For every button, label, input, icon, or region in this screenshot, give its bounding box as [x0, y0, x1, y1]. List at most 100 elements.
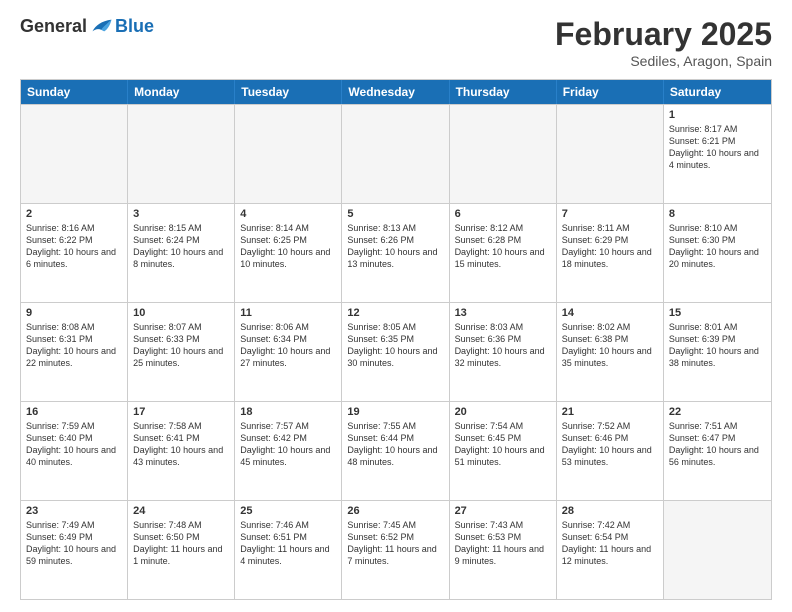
cell-info: Sunrise: 7:48 AM Sunset: 6:50 PM Dayligh… — [133, 520, 222, 566]
day-number: 19 — [347, 406, 443, 418]
calendar-cell: 14 Sunrise: 8:02 AM Sunset: 6:38 PM Dayli… — [557, 303, 664, 401]
calendar-cell: 22 Sunrise: 7:51 AM Sunset: 6:47 PM Dayli… — [664, 402, 771, 500]
day-number: 22 — [669, 406, 766, 418]
calendar-cell: 7 Sunrise: 8:11 AM Sunset: 6:29 PM Daylig… — [557, 204, 664, 302]
cell-info: Sunrise: 7:43 AM Sunset: 6:53 PM Dayligh… — [455, 520, 544, 566]
calendar-cell: 26 Sunrise: 7:45 AM Sunset: 6:52 PM Dayli… — [342, 501, 449, 599]
day-number: 1 — [669, 109, 766, 121]
day-number: 24 — [133, 505, 229, 517]
cell-info: Sunrise: 8:14 AM Sunset: 6:25 PM Dayligh… — [240, 223, 330, 269]
cell-info: Sunrise: 7:57 AM Sunset: 6:42 PM Dayligh… — [240, 421, 330, 467]
calendar-cell: 9Sunrise: 8:08 AM Sunset: 6:31 PM Daylig… — [21, 303, 128, 401]
cell-info: Sunrise: 8:11 AM Sunset: 6:29 PM Dayligh… — [562, 223, 652, 269]
calendar-cell: 5 Sunrise: 8:13 AM Sunset: 6:26 PM Daylig… — [342, 204, 449, 302]
day-number: 10 — [133, 307, 229, 319]
cell-info: Sunrise: 8:01 AM Sunset: 6:39 PM Dayligh… — [669, 322, 759, 368]
cell-info: Sunrise: 7:58 AM Sunset: 6:41 PM Dayligh… — [133, 421, 223, 467]
calendar-cell: 1 Sunrise: 8:17 AM Sunset: 6:21 PM Daylig… — [664, 105, 771, 203]
calendar-cell: 25 Sunrise: 7:46 AM Sunset: 6:51 PM Dayli… — [235, 501, 342, 599]
month-title: February 2025 — [555, 16, 772, 53]
calendar-week-3: 9Sunrise: 8:08 AM Sunset: 6:31 PM Daylig… — [21, 302, 771, 401]
header-monday: Monday — [128, 80, 235, 104]
calendar-cell: 12 Sunrise: 8:05 AM Sunset: 6:35 PM Dayli… — [342, 303, 449, 401]
calendar-cell: 8Sunrise: 8:10 AM Sunset: 6:30 PM Daylig… — [664, 204, 771, 302]
calendar-cell: 18 Sunrise: 7:57 AM Sunset: 6:42 PM Dayli… — [235, 402, 342, 500]
cell-info: Sunrise: 7:51 AM Sunset: 6:47 PM Dayligh… — [669, 421, 759, 467]
calendar-body: 1 Sunrise: 8:17 AM Sunset: 6:21 PM Daylig… — [21, 104, 771, 599]
calendar-week-4: 16Sunrise: 7:59 AM Sunset: 6:40 PM Dayli… — [21, 401, 771, 500]
title-block: February 2025 Sediles, Aragon, Spain — [555, 16, 772, 69]
day-number: 26 — [347, 505, 443, 517]
logo-bird-icon — [91, 18, 113, 36]
calendar-cell — [342, 105, 449, 203]
logo: General Blue — [20, 16, 154, 37]
calendar-cell — [235, 105, 342, 203]
calendar-cell — [664, 501, 771, 599]
cell-info: Sunrise: 8:05 AM Sunset: 6:35 PM Dayligh… — [347, 322, 437, 368]
location-subtitle: Sediles, Aragon, Spain — [555, 53, 772, 69]
header-friday: Friday — [557, 80, 664, 104]
cell-info: Sunrise: 8:12 AM Sunset: 6:28 PM Dayligh… — [455, 223, 545, 269]
calendar-cell: 23Sunrise: 7:49 AM Sunset: 6:49 PM Dayli… — [21, 501, 128, 599]
cell-info: Sunrise: 7:49 AM Sunset: 6:49 PM Dayligh… — [26, 520, 116, 566]
cell-info: Sunrise: 8:03 AM Sunset: 6:36 PM Dayligh… — [455, 322, 545, 368]
calendar-week-1: 1 Sunrise: 8:17 AM Sunset: 6:21 PM Daylig… — [21, 104, 771, 203]
calendar-cell — [128, 105, 235, 203]
header-saturday: Saturday — [664, 80, 771, 104]
cell-info: Sunrise: 7:45 AM Sunset: 6:52 PM Dayligh… — [347, 520, 436, 566]
calendar-cell: 19 Sunrise: 7:55 AM Sunset: 6:44 PM Dayli… — [342, 402, 449, 500]
calendar-cell: 11 Sunrise: 8:06 AM Sunset: 6:34 PM Dayli… — [235, 303, 342, 401]
calendar-cell: 24 Sunrise: 7:48 AM Sunset: 6:50 PM Dayli… — [128, 501, 235, 599]
calendar-cell: 20 Sunrise: 7:54 AM Sunset: 6:45 PM Dayli… — [450, 402, 557, 500]
calendar-header: Sunday Monday Tuesday Wednesday Thursday… — [21, 80, 771, 104]
day-number: 7 — [562, 208, 658, 220]
cell-info: Sunrise: 8:13 AM Sunset: 6:26 PM Dayligh… — [347, 223, 437, 269]
day-number: 13 — [455, 307, 551, 319]
header-wednesday: Wednesday — [342, 80, 449, 104]
cell-info: Sunrise: 7:52 AM Sunset: 6:46 PM Dayligh… — [562, 421, 652, 467]
calendar-cell: 10 Sunrise: 8:07 AM Sunset: 6:33 PM Dayli… — [128, 303, 235, 401]
cell-info: Sunrise: 8:06 AM Sunset: 6:34 PM Dayligh… — [240, 322, 330, 368]
cell-info: Sunrise: 7:46 AM Sunset: 6:51 PM Dayligh… — [240, 520, 329, 566]
calendar-cell: 6Sunrise: 8:12 AM Sunset: 6:28 PM Daylig… — [450, 204, 557, 302]
day-number: 9 — [26, 307, 122, 319]
calendar-cell: 13 Sunrise: 8:03 AM Sunset: 6:36 PM Dayli… — [450, 303, 557, 401]
logo-text: General Blue — [20, 16, 154, 37]
day-number: 17 — [133, 406, 229, 418]
day-number: 18 — [240, 406, 336, 418]
logo-blue-text: Blue — [115, 16, 154, 37]
day-number: 15 — [669, 307, 766, 319]
page: General Blue February 2025 Sediles, Arag… — [0, 0, 792, 612]
cell-info: Sunrise: 8:02 AM Sunset: 6:38 PM Dayligh… — [562, 322, 652, 368]
day-number: 5 — [347, 208, 443, 220]
day-number: 20 — [455, 406, 551, 418]
header-sunday: Sunday — [21, 80, 128, 104]
day-number: 14 — [562, 307, 658, 319]
calendar-cell: 3Sunrise: 8:15 AM Sunset: 6:24 PM Daylig… — [128, 204, 235, 302]
cell-info: Sunrise: 7:42 AM Sunset: 6:54 PM Dayligh… — [562, 520, 651, 566]
day-number: 8 — [669, 208, 766, 220]
calendar-cell: 2Sunrise: 8:16 AM Sunset: 6:22 PM Daylig… — [21, 204, 128, 302]
cell-info: Sunrise: 7:55 AM Sunset: 6:44 PM Dayligh… — [347, 421, 437, 467]
logo-general-text: General — [20, 16, 87, 37]
day-number: 27 — [455, 505, 551, 517]
day-number: 16 — [26, 406, 122, 418]
day-number: 2 — [26, 208, 122, 220]
calendar-week-2: 2Sunrise: 8:16 AM Sunset: 6:22 PM Daylig… — [21, 203, 771, 302]
calendar-cell — [450, 105, 557, 203]
calendar: Sunday Monday Tuesday Wednesday Thursday… — [20, 79, 772, 600]
header: General Blue February 2025 Sediles, Arag… — [20, 16, 772, 69]
calendar-cell: 21 Sunrise: 7:52 AM Sunset: 6:46 PM Dayli… — [557, 402, 664, 500]
day-number: 25 — [240, 505, 336, 517]
day-number: 4 — [240, 208, 336, 220]
day-number: 12 — [347, 307, 443, 319]
cell-info: Sunrise: 7:54 AM Sunset: 6:45 PM Dayligh… — [455, 421, 545, 467]
calendar-cell: 15 Sunrise: 8:01 AM Sunset: 6:39 PM Dayli… — [664, 303, 771, 401]
calendar-week-5: 23Sunrise: 7:49 AM Sunset: 6:49 PM Dayli… — [21, 500, 771, 599]
calendar-cell — [21, 105, 128, 203]
day-number: 21 — [562, 406, 658, 418]
cell-info: Sunrise: 8:17 AM Sunset: 6:21 PM Dayligh… — [669, 124, 759, 170]
calendar-cell: 4 Sunrise: 8:14 AM Sunset: 6:25 PM Daylig… — [235, 204, 342, 302]
day-number: 11 — [240, 307, 336, 319]
cell-info: Sunrise: 8:07 AM Sunset: 6:33 PM Dayligh… — [133, 322, 223, 368]
